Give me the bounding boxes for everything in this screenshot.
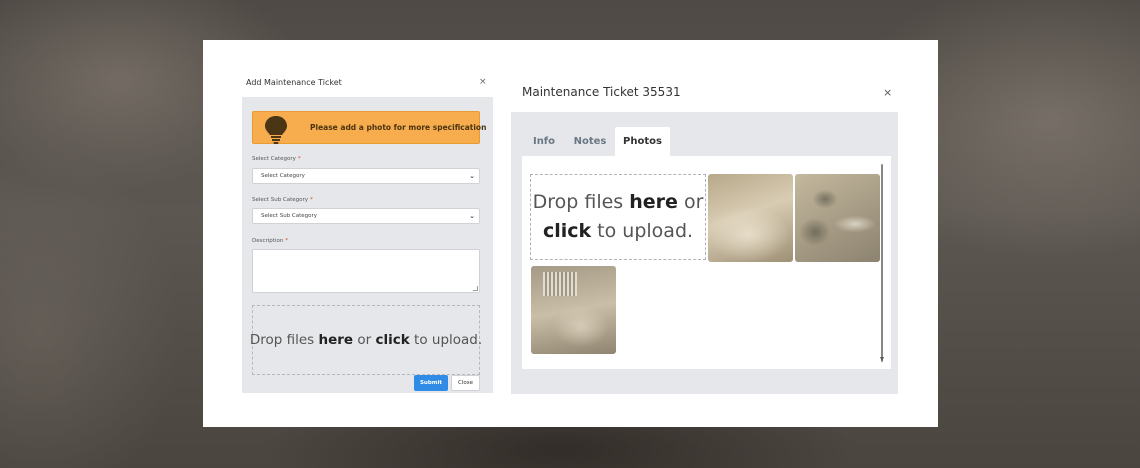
- description-textarea[interactable]: [252, 249, 480, 293]
- ticket-close-icon[interactable]: ×: [883, 86, 892, 99]
- scroll-down-arrow-icon[interactable]: [880, 357, 884, 361]
- photo-thumbnail[interactable]: [708, 174, 793, 262]
- tab-photos[interactable]: Photos: [615, 127, 670, 156]
- chevron-down-icon: ⌄: [469, 212, 475, 220]
- photo-thumbnail[interactable]: [531, 266, 616, 354]
- sub-category-select[interactable]: Select Sub Category ⌄: [252, 208, 480, 224]
- close-button[interactable]: Close: [451, 375, 480, 391]
- required-mark: *: [310, 197, 313, 203]
- photos-scrollbar[interactable]: [881, 164, 883, 362]
- description-label: Description *: [252, 238, 289, 244]
- category-select-value: Select Category: [261, 173, 305, 179]
- lightbulb-icon: [265, 116, 287, 144]
- category-label: Select Category *: [252, 156, 301, 162]
- dropzone-line-1: Drop files here or: [532, 191, 704, 213]
- photo-tip-text: Please add a photo for more specificatio…: [310, 123, 487, 132]
- ticket-title: Maintenance Ticket 35531: [522, 85, 681, 99]
- photo-thumbnail[interactable]: [795, 174, 880, 262]
- photo-tip-banner: Please add a photo for more specificatio…: [252, 111, 486, 144]
- tab-notes[interactable]: Notes: [568, 127, 612, 156]
- add-ticket-dropzone[interactable]: Drop files here or click to upload.: [250, 305, 482, 375]
- photos-dropzone[interactable]: Drop files here or click to upload.: [530, 174, 706, 260]
- sub-category-label: Select Sub Category *: [252, 197, 313, 203]
- required-mark: *: [285, 238, 289, 244]
- category-select[interactable]: Select Category ⌄: [252, 168, 480, 184]
- dropzone-line-2: click to upload.: [542, 220, 694, 242]
- add-ticket-close-icon[interactable]: ×: [479, 77, 487, 87]
- add-ticket-title: Add Maintenance Ticket: [246, 78, 342, 87]
- resize-handle-icon[interactable]: [473, 286, 478, 291]
- submit-button[interactable]: Submit: [414, 375, 448, 391]
- sub-category-select-value: Select Sub Category: [261, 213, 318, 219]
- tab-info[interactable]: Info: [526, 127, 562, 156]
- required-mark: *: [297, 156, 301, 162]
- chevron-down-icon: ⌄: [469, 172, 475, 180]
